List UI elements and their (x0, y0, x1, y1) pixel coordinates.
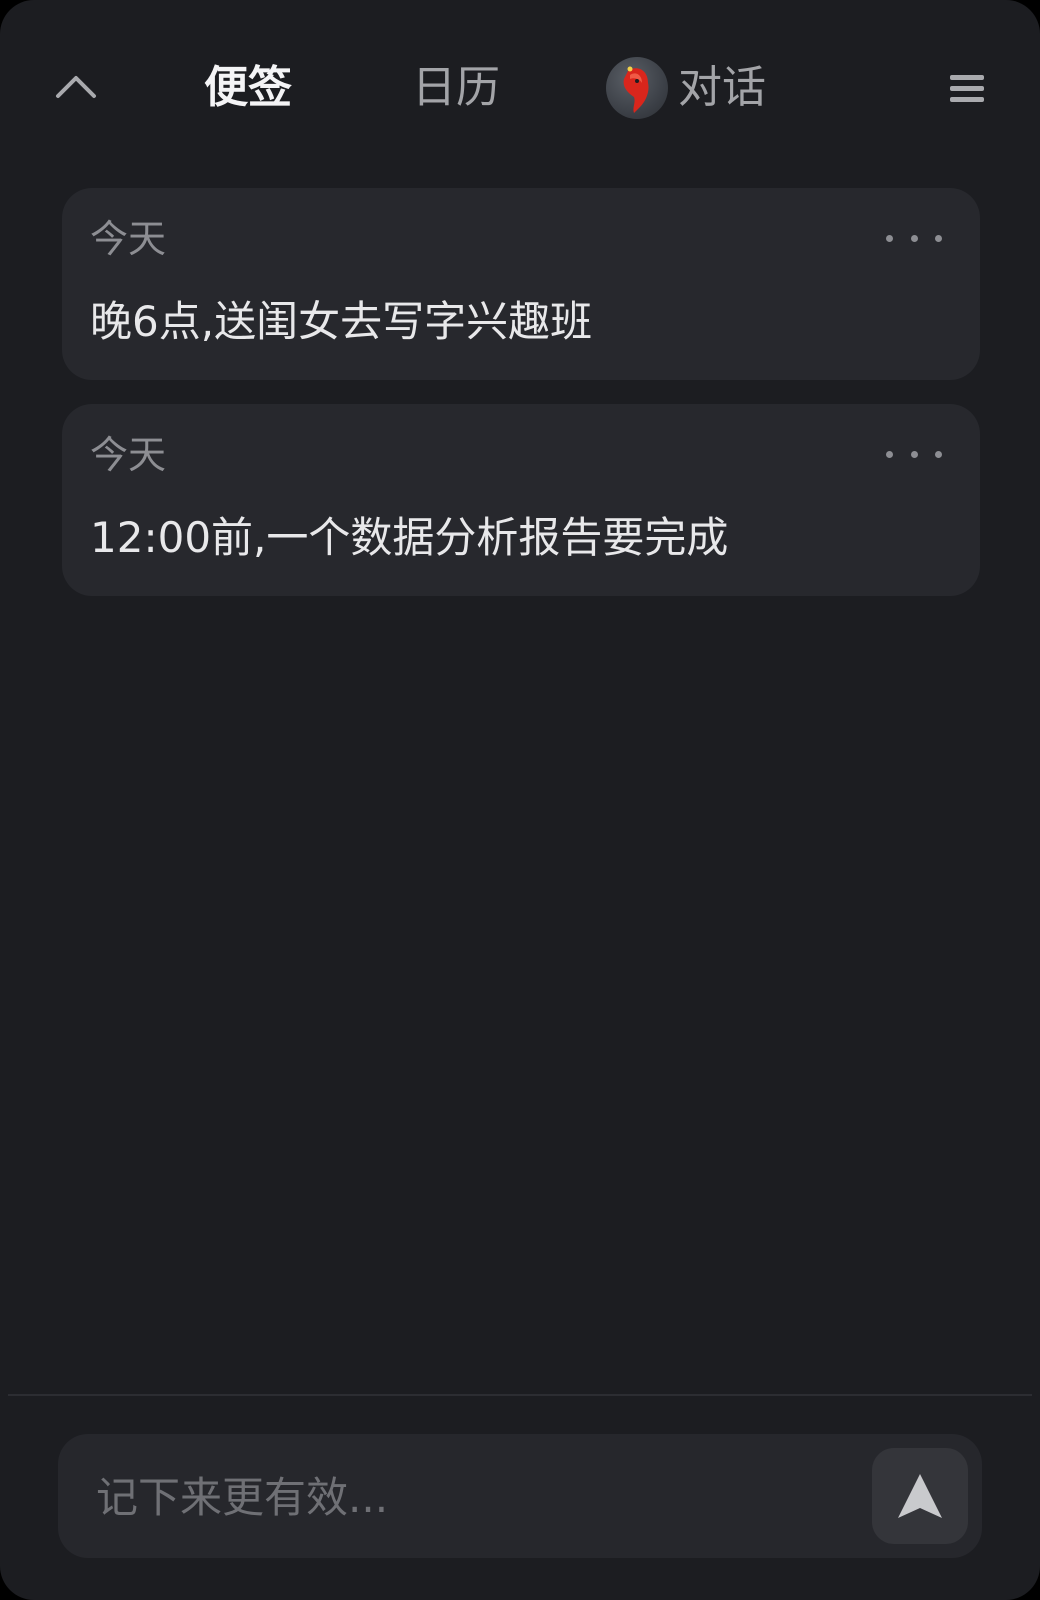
tab-notes[interactable]: 便签 (204, 58, 292, 118)
menu-button[interactable] (950, 68, 990, 108)
note-text: 晚6点,送闺女去写字兴趣班 (90, 297, 593, 346)
tab-chat-label: 对话 (678, 62, 766, 113)
chevron-up-icon (56, 76, 96, 98)
note-date: 今天 (90, 217, 167, 261)
note-card[interactable]: 今天 12:00前,一个数据分析报告要完成 (62, 404, 980, 596)
more-dots-icon (886, 450, 893, 458)
more-options-button[interactable] (886, 218, 942, 258)
hamburger-menu-icon (950, 74, 984, 80)
more-options-button[interactable] (886, 434, 942, 474)
notes-panel: 便签 日历 对话 今天 晚6点,送闺女去写字兴趣班 今天 12:00前,一个数据… (0, 0, 1040, 1600)
note-card[interactable]: 今天 晚6点,送闺女去写字兴趣班 (62, 188, 980, 380)
send-arrow-icon (898, 1474, 942, 1518)
note-input[interactable] (94, 1466, 858, 1528)
note-date: 今天 (90, 433, 167, 477)
collapse-button[interactable] (52, 62, 100, 110)
tab-calendar[interactable]: 日历 (412, 58, 500, 118)
tab-chat[interactable]: 对话 (606, 57, 766, 119)
header: 便签 日历 对话 (0, 0, 1040, 180)
more-dots-icon (886, 234, 893, 242)
assistant-avatar-icon (606, 57, 668, 119)
note-text: 12:00前,一个数据分析报告要完成 (90, 513, 729, 562)
divider (8, 1394, 1032, 1396)
note-composer (58, 1434, 982, 1558)
send-button[interactable] (872, 1448, 968, 1544)
